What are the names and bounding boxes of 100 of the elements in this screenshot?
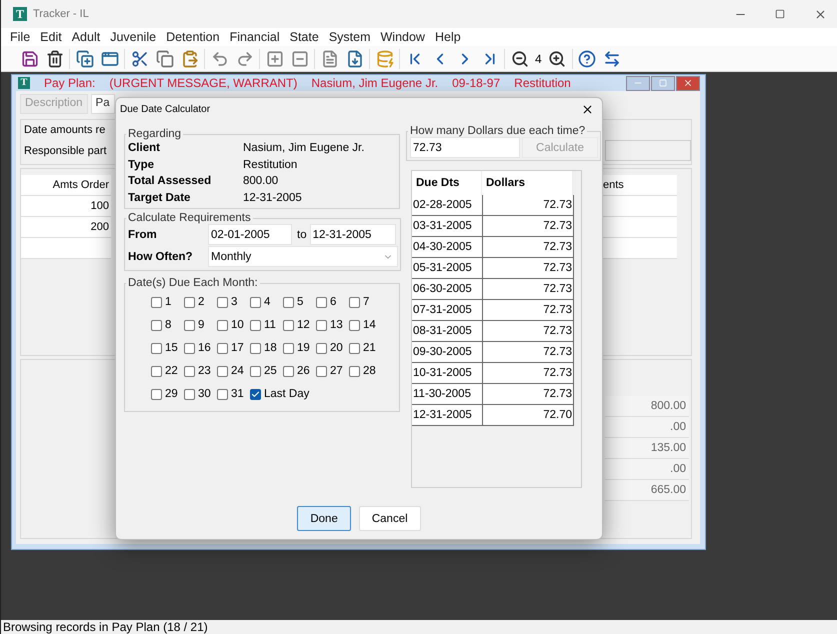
menu-item[interactable]: System [324, 30, 376, 44]
table-cell: 72.73 [483, 237, 574, 258]
tab[interactable]: Pa [90, 94, 115, 114]
dialog-title: Due Date Calculator [120, 104, 210, 114]
checkbox-label: 29 [165, 388, 178, 400]
document-download-icon[interactable] [346, 50, 364, 68]
add-grid-icon[interactable] [266, 50, 284, 68]
total-value: .00 [605, 417, 689, 438]
checkbox-label: 8 [165, 319, 172, 331]
checkbox[interactable] [184, 388, 195, 400]
maximize-icon[interactable] [775, 9, 785, 19]
checkbox[interactable] [250, 366, 261, 376]
checkbox[interactable] [184, 366, 195, 376]
checkbox-label: 12 [297, 319, 310, 331]
checkbox[interactable] [250, 342, 261, 354]
checkbox[interactable] [316, 296, 327, 308]
checkbox[interactable] [151, 388, 162, 400]
document-icon[interactable] [320, 50, 338, 68]
checkbox[interactable] [151, 366, 162, 376]
checkbox[interactable] [349, 320, 360, 330]
dialog-button[interactable]: Done [297, 506, 351, 531]
add-window-icon[interactable] [76, 50, 94, 68]
checkbox-label: 18 [264, 342, 277, 354]
checkbox[interactable] [283, 320, 294, 330]
table-cell: 11-30-2005 [412, 384, 483, 405]
swap-icon[interactable] [603, 50, 622, 68]
menu-item[interactable]: Help [430, 30, 466, 44]
checkbox[interactable] [151, 320, 162, 330]
scissors-icon[interactable] [130, 50, 148, 68]
zoom-in-icon[interactable] [548, 50, 566, 68]
checkbox[interactable] [349, 296, 360, 308]
table-cell: 03-31-2005 [412, 216, 483, 237]
checkbox-label: 16 [198, 342, 211, 354]
amount-field[interactable]: 72.73 [410, 137, 520, 158]
save-icon[interactable] [20, 50, 38, 68]
column-header: Amts Order [21, 175, 111, 196]
frequency-dropdown[interactable]: Monthly [208, 246, 398, 267]
checkbox[interactable] [316, 342, 327, 354]
menu-item[interactable]: Adult [66, 30, 106, 44]
checkbox[interactable] [316, 320, 327, 330]
field-label: Date amounts re [23, 123, 106, 138]
input-field[interactable] [605, 140, 691, 161]
remove-grid-icon[interactable] [290, 50, 308, 68]
child-window-title: Restitution [514, 76, 571, 90]
date-field[interactable]: 12-31-2005 [310, 224, 396, 245]
group-title: Regarding [127, 128, 182, 140]
checkbox[interactable] [250, 320, 261, 330]
field-label: How Often? [128, 250, 194, 262]
date-field[interactable]: 02-01-2005 [208, 224, 292, 245]
checkbox[interactable] [217, 296, 228, 308]
checkbox-label: 5 [297, 296, 304, 308]
checkbox[interactable] [217, 366, 228, 376]
checkbox[interactable] [250, 296, 261, 308]
menu-item[interactable]: Window [376, 30, 430, 44]
checkbox-label: Last Day [264, 388, 310, 400]
zoom-level: 4 [534, 52, 543, 66]
checkbox-label: 17 [231, 342, 244, 354]
menu-item[interactable]: Edit [35, 30, 67, 44]
redo-icon[interactable] [236, 50, 254, 68]
menu-item[interactable]: State [284, 30, 324, 44]
close-icon[interactable] [814, 8, 826, 20]
help-icon[interactable] [578, 50, 596, 68]
checkbox[interactable] [283, 296, 294, 308]
window-icon[interactable] [100, 50, 118, 68]
checkbox[interactable] [283, 342, 294, 354]
copy-icon[interactable] [156, 50, 174, 68]
checkbox[interactable] [184, 342, 195, 354]
close-icon[interactable] [581, 102, 594, 116]
checkbox[interactable] [217, 320, 228, 330]
checkbox-label: 23 [198, 365, 211, 377]
checkbox[interactable] [184, 296, 195, 308]
column-header: ents [601, 175, 677, 196]
checkbox[interactable] [250, 388, 261, 400]
checkbox-label: 28 [363, 365, 376, 377]
checkbox[interactable] [151, 342, 162, 354]
checkbox[interactable] [184, 320, 195, 330]
paste-icon[interactable] [180, 50, 198, 68]
checkbox[interactable] [151, 296, 162, 308]
undo-icon[interactable] [210, 50, 228, 68]
checkbox-label: 19 [297, 342, 310, 354]
checkbox[interactable] [217, 388, 228, 400]
dialog-button[interactable]: Cancel [358, 506, 421, 531]
menu-item[interactable]: Financial [224, 30, 285, 44]
checkbox[interactable] [349, 342, 360, 354]
zoom-out-icon[interactable] [510, 50, 528, 68]
menu-item[interactable]: Detention [161, 30, 225, 44]
checkbox[interactable] [349, 366, 360, 376]
checkbox-label: 2 [198, 296, 204, 308]
field-label: Target Date [128, 190, 192, 206]
checkbox[interactable] [217, 342, 228, 354]
checkbox-label: 4 [264, 296, 270, 308]
menu-item[interactable]: Juvenile [105, 30, 162, 44]
menu-item[interactable]: File [5, 30, 36, 44]
checkbox[interactable] [316, 366, 327, 376]
window-title: Tracker - IL [33, 8, 90, 20]
field-label: From [128, 228, 158, 240]
trash-icon[interactable] [46, 50, 64, 68]
table-cell: 72.73 [483, 342, 574, 363]
field-label: Client [128, 141, 161, 156]
checkbox[interactable] [283, 366, 294, 376]
